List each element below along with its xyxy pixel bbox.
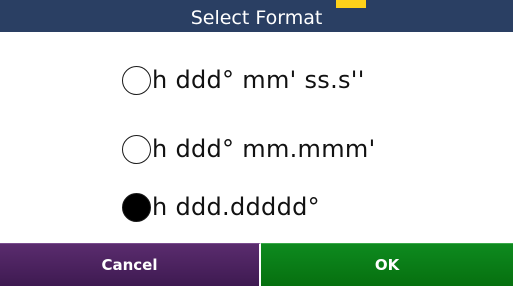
- format-option-label: h ddd° mm' ss.s'': [152, 66, 365, 94]
- format-options-list: h ddd° mm' ss.s'' h ddd° mm.mmm' h ddd.d…: [0, 32, 513, 242]
- radio-unselected-icon[interactable]: [122, 65, 151, 95]
- ok-button[interactable]: OK: [261, 243, 513, 286]
- format-option-label: h ddd° mm.mmm': [152, 135, 376, 163]
- cancel-button[interactable]: Cancel: [0, 243, 261, 286]
- title-bar: Select Format: [0, 0, 513, 32]
- page-title: Select Format: [190, 7, 323, 29]
- format-option-dmm[interactable]: h ddd° mm.mmm': [122, 127, 376, 171]
- format-option-dd[interactable]: h ddd.ddddd°: [122, 185, 320, 229]
- title-accent-mark: [336, 0, 366, 8]
- select-format-screen: Select Format h ddd° mm' ss.s'' h ddd° m…: [0, 0, 513, 286]
- radio-unselected-icon[interactable]: [122, 134, 151, 164]
- format-option-label: h ddd.ddddd°: [152, 193, 320, 221]
- format-option-dms[interactable]: h ddd° mm' ss.s'': [122, 58, 365, 102]
- button-bar: Cancel OK: [0, 243, 513, 286]
- radio-selected-icon[interactable]: [122, 192, 151, 222]
